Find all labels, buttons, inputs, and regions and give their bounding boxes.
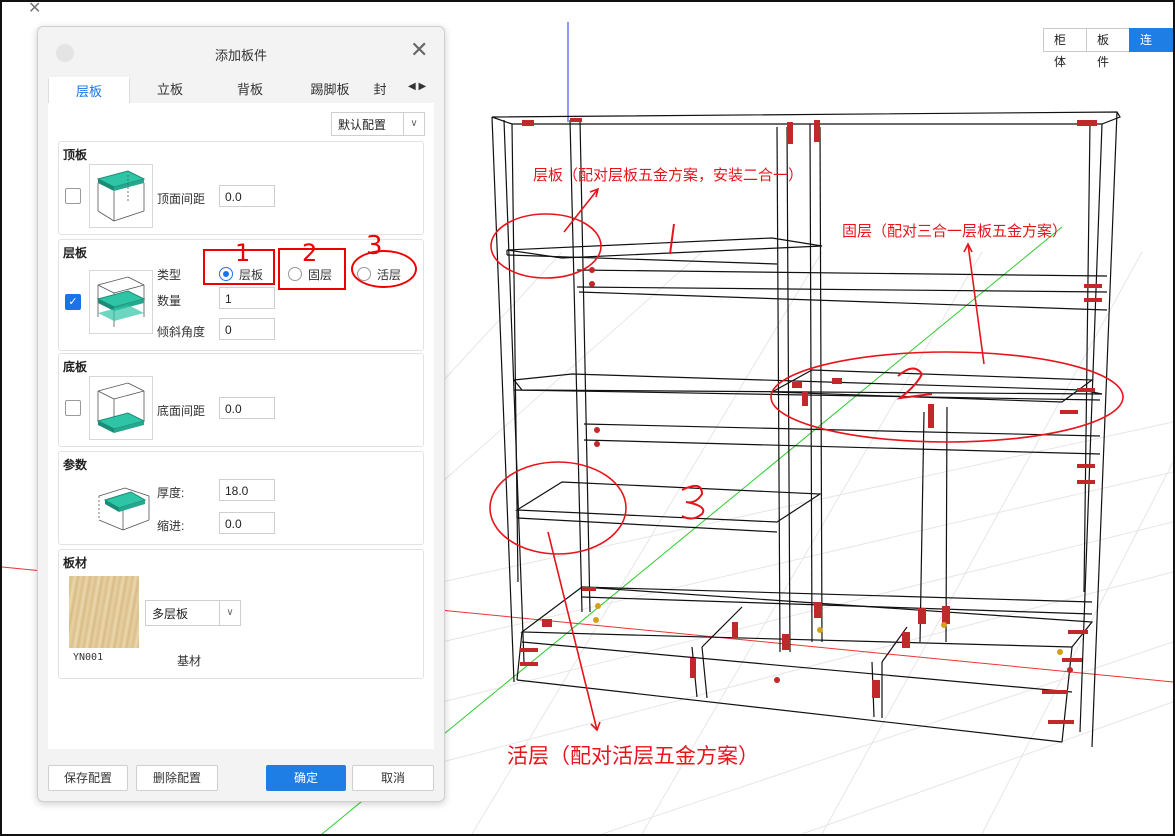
material-select[interactable]: 多层板 ∨ — [145, 600, 241, 626]
hand-number-1: 1 — [235, 239, 251, 267]
shelf-tilt-label: 倾斜角度 — [157, 325, 206, 339]
top-panel-section: 顶板 顶面间距 0.0 — [58, 141, 424, 235]
tab-more[interactable]: 封 — [370, 77, 390, 103]
tab-vertical[interactable]: 立板 — [130, 77, 210, 103]
hand-number-3: 3 — [366, 231, 383, 261]
params-section: 参数 厚度: 18.0 缩进: 0.0 — [58, 451, 424, 545]
top-panel-checkbox[interactable] — [65, 188, 81, 204]
shelf-count-label: 数量 — [157, 294, 182, 308]
bottom-gap-label: 底面间距 — [157, 404, 206, 418]
thickness-label: 厚度: — [157, 486, 185, 500]
view-cabinet-button[interactable]: 柜体 — [1043, 28, 1087, 69]
params-title: 参数 — [63, 458, 88, 472]
inset-input[interactable]: 0.0 — [219, 512, 275, 534]
app-frame: ✕ 柜体 板件 连接 层板（配对层板五金方案，安装二合一） 固层（配对三合一层板… — [0, 0, 1175, 836]
bottom-panel-checkbox[interactable] — [65, 400, 81, 416]
top-panel-thumb-icon — [89, 164, 153, 228]
hand-number-2: 2 — [302, 239, 318, 267]
cancel-button[interactable]: 取消 — [352, 765, 434, 791]
tab-kickboard[interactable]: 踢脚板 — [290, 77, 370, 103]
chevron-down-icon: ∨ — [403, 113, 424, 135]
shelf-tilt-input[interactable]: 0 — [219, 318, 275, 340]
thickness-input[interactable]: 18.0 — [219, 479, 275, 501]
view-toggle: 柜体 板件 连接 — [1043, 28, 1173, 69]
tab-back[interactable]: 背板 — [210, 77, 290, 103]
material-title: 板材 — [63, 556, 88, 570]
material-section: 板材 多层板 ∨ YN001 基材 — [58, 549, 424, 679]
tab-bar: 层板 立板 背板 踢脚板 封 — [48, 77, 434, 103]
wood-texture-swatch[interactable] — [69, 576, 139, 648]
top-panel-title: 顶板 — [63, 148, 88, 162]
annotation-ellipse-movable — [351, 250, 417, 288]
cabinet-wireframe — [491, 111, 1121, 748]
movable-shelf-annotation: 活层（配对活层五金方案） — [507, 744, 759, 768]
config-select[interactable]: 默认配置 ∨ — [331, 112, 425, 136]
shelf-count-input[interactable]: 1 — [219, 287, 275, 309]
shelf-checkbox[interactable]: ✓ — [65, 294, 81, 310]
top-gap-label: 顶面间距 — [157, 192, 206, 206]
shelf-annotation: 层板（配对层板五金方案，安装二合一） — [533, 166, 804, 184]
config-select-value: 默认配置 — [338, 118, 387, 132]
material-select-value: 多层板 — [152, 607, 189, 621]
view-panel-button[interactable]: 板件 — [1086, 28, 1130, 69]
bottom-gap-input[interactable]: 0.0 — [219, 397, 275, 419]
tab-shelf[interactable]: 层板 — [48, 77, 130, 103]
tab-panel: 默认配置 ∨ 顶板 顶面间距 0.0 层板 ✓ 类型 层板 固层 活层 数量 1… — [48, 103, 434, 749]
window-close-icon[interactable]: ✕ — [28, 2, 41, 18]
top-gap-input[interactable]: 0.0 — [219, 185, 275, 207]
material-chevron-down-icon: ∨ — [219, 601, 240, 625]
inset-label: 缩进: — [157, 519, 185, 533]
delete-config-button[interactable]: 删除配置 — [136, 765, 218, 791]
bottom-panel-thumb-icon — [89, 376, 153, 440]
save-config-button[interactable]: 保存配置 — [48, 765, 128, 791]
ok-button[interactable]: 确定 — [266, 765, 346, 791]
dialog-close-icon[interactable]: ✕ — [410, 39, 428, 61]
dialog-title: 添加板件 — [214, 48, 267, 63]
params-thumb-icon — [95, 474, 157, 536]
material-base-label: 基材 — [177, 654, 202, 668]
tab-scroll-arrows-icon[interactable]: ◀ ▶ — [408, 81, 426, 92]
fixed-shelf-annotation: 固层（配对三合一层板五金方案） — [842, 222, 1068, 240]
shelf-type-label: 类型 — [157, 268, 182, 282]
shelf-title: 层板 — [63, 246, 88, 260]
bottom-panel-section: 底板 底面间距 0.0 — [58, 353, 424, 447]
view-connect-button[interactable]: 连接 — [1129, 28, 1173, 69]
add-panel-dialog: 添加板件 ✕ 层板 立板 背板 踢脚板 封 ◀ ▶ 默认配置 ∨ 顶板 顶面间距… — [37, 26, 445, 802]
shelf-thumb-icon — [89, 270, 153, 334]
material-code: YN001 — [73, 652, 104, 663]
bottom-panel-title: 底板 — [63, 360, 88, 374]
